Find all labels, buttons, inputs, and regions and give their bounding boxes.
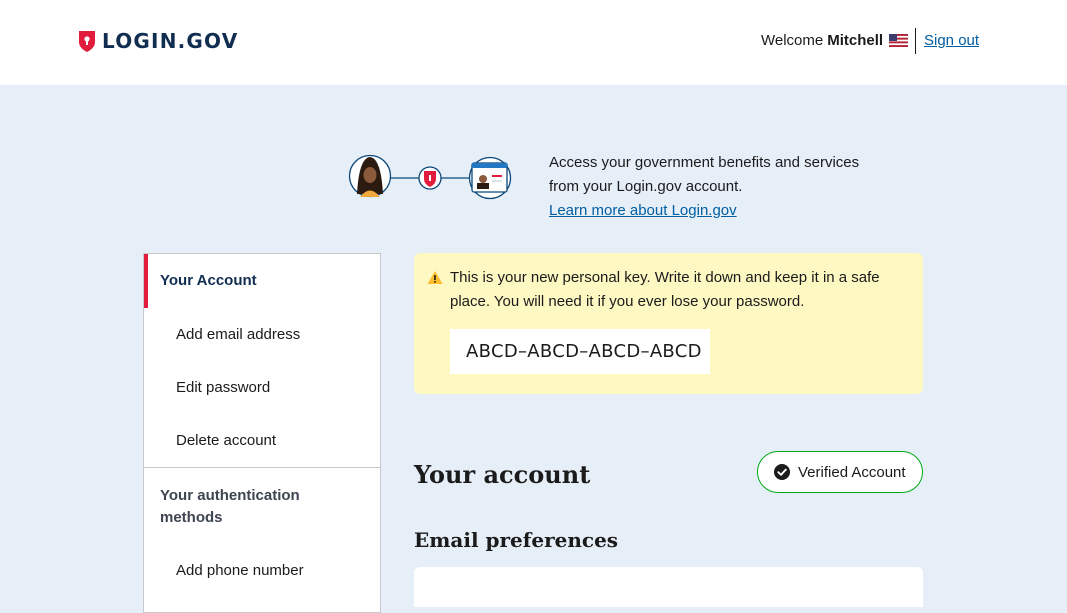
sidenav-item-add-phone[interactable]: Add phone number — [176, 562, 304, 579]
sidenav-section-auth-methods[interactable]: Your authentication methods — [160, 485, 360, 529]
verified-label: Verified Account — [798, 464, 906, 481]
sidenav-current-label: Your Account — [160, 272, 257, 289]
learn-more-link[interactable]: Learn more about Login.gov — [549, 202, 737, 219]
personal-key-alert: This is your new personal key. Write it … — [414, 253, 923, 394]
site-header: LOGIN.GOV Welcome Mitchell Sign out — [0, 0, 1067, 85]
check-circle-icon — [774, 464, 790, 480]
login-gov-logo[interactable]: LOGIN.GOV — [78, 29, 238, 53]
us-flag-icon — [889, 34, 909, 47]
sidenav-divider — [144, 467, 380, 468]
user-name: Mitchell — [827, 32, 884, 49]
account-illustration — [348, 154, 512, 200]
email-preferences-card — [414, 567, 923, 607]
logo-text: LOGIN.GOV — [102, 29, 239, 53]
welcome-message: Welcome Mitchell — [761, 32, 909, 49]
hero-line-1: Access your government benefits and serv… — [549, 154, 860, 171]
verified-account-badge: Verified Account — [757, 451, 923, 493]
sidenav-item-delete-account[interactable]: Delete account — [176, 432, 276, 449]
hero-text: Access your government benefits and serv… — [549, 151, 879, 223]
sidenav-item-add-email[interactable]: Add email address — [176, 326, 300, 343]
page-title: Your account — [414, 460, 591, 489]
side-navigation: Your Account Add email address Edit pass… — [143, 253, 381, 613]
alert-message: This is your new personal key. Write it … — [450, 269, 880, 310]
warning-icon — [427, 271, 443, 284]
personal-key-box: ABCD–ABCD–ABCD–ABCD — [450, 329, 710, 374]
shield-logo-icon — [79, 31, 95, 52]
sign-out-link[interactable]: Sign out — [924, 32, 979, 49]
sidenav-item-your-account[interactable]: Your Account — [144, 254, 380, 308]
hero-line-2: from your Login.gov account. — [549, 178, 743, 195]
welcome-label: Welcome — [761, 32, 824, 49]
personal-key-code: ABCD–ABCD–ABCD–ABCD — [466, 341, 702, 362]
header-divider — [915, 28, 916, 54]
email-preferences-heading: Email preferences — [414, 528, 619, 552]
sidenav-item-edit-password[interactable]: Edit password — [176, 379, 270, 396]
